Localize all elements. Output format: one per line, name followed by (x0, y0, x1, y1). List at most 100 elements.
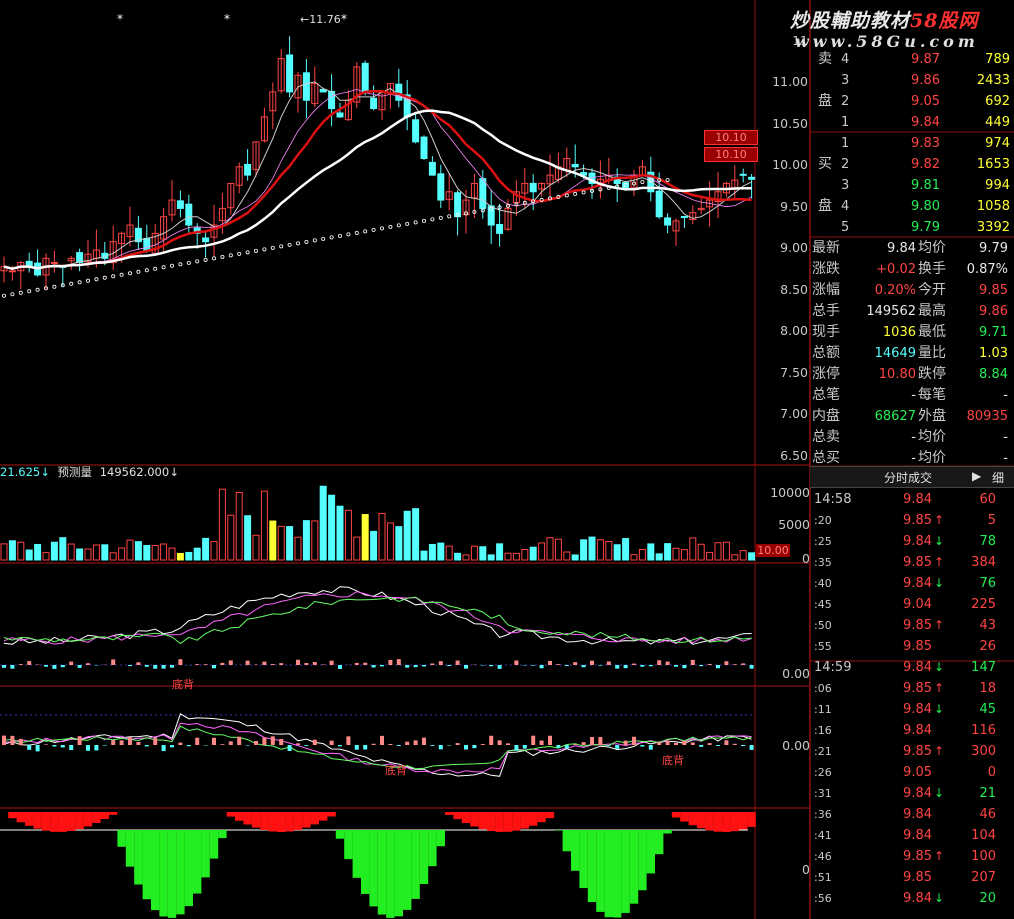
tab-time-and-sales[interactable]: 分时成交 (884, 469, 932, 486)
sar-dot (161, 265, 166, 270)
sar-dot (295, 241, 300, 246)
volume-bar (496, 543, 504, 561)
tick-row[interactable]: :46 9.85 ↑ 100 (810, 846, 1014, 867)
tick-row[interactable]: :56 9.84 ↓ 20 (810, 888, 1014, 909)
tab-next-icon[interactable]: ▶ (972, 469, 981, 483)
volume-bar (613, 544, 621, 561)
tick-time: :45 (814, 598, 832, 611)
indicator1-bar (531, 665, 536, 666)
indicator1-bar (77, 665, 82, 668)
volume-bar (311, 520, 319, 561)
indicator1-bar (203, 664, 208, 665)
indicator2-bar (304, 745, 309, 746)
tick-row[interactable]: :51 9.85 207 (810, 867, 1014, 888)
indicator2-bar (270, 736, 275, 745)
volume-bar (546, 537, 554, 561)
tick-row[interactable]: :41 9.84 104 (810, 825, 1014, 846)
volume-bar (8, 540, 16, 561)
indicator2-bar (657, 742, 662, 745)
tick-row[interactable]: 14:58 9.84 60 (810, 489, 1014, 510)
indicator3-green-area (571, 830, 580, 871)
tick-time: :41 (814, 829, 832, 842)
tick-volume: 5 (987, 513, 996, 528)
indicator3-red-area (487, 812, 496, 832)
sell-row-1[interactable]: 1 9.84 449 (810, 112, 1014, 133)
indicator2-bar (514, 745, 519, 751)
buy-row-1[interactable]: 1 9.83 974 (810, 133, 1014, 154)
indicator1-bar (640, 665, 645, 667)
tick-time: :21 (814, 745, 832, 758)
indicator1-bar (632, 663, 636, 665)
tick-row[interactable]: :20 9.85 ↑ 5 (810, 510, 1014, 531)
tick-row[interactable]: :45 9.04 225 (810, 594, 1014, 615)
buy-row-3[interactable]: 3 9.81 994 (810, 175, 1014, 196)
indicator2-bar (615, 745, 620, 749)
tick-row[interactable]: :21 9.85 ↑ 300 (810, 741, 1014, 762)
sell-row-3[interactable]: 3 9.86 2433 (810, 70, 1014, 91)
tick-row[interactable]: :16 9.84 116 (810, 720, 1014, 741)
indicator2-bar (707, 743, 712, 745)
indicator1-bar (732, 664, 737, 665)
indicator2-bar (539, 740, 544, 745)
tick-row[interactable]: :55 9.85 26 (810, 636, 1014, 657)
sell-row-4[interactable]: 卖 4 9.87 789 (810, 49, 1014, 70)
indicator1-bar (170, 665, 174, 668)
indicator2-bar (262, 737, 267, 745)
indicator1-bar (556, 664, 561, 665)
volume-bar (748, 552, 756, 561)
candle-body (437, 173, 445, 201)
indicator3-green-area (209, 830, 219, 859)
stat-row: 总手 149562 最高 9.86 (810, 301, 1014, 322)
tick-row[interactable]: 14:59 9.84 ↓ 147 (810, 657, 1014, 678)
tick-row[interactable]: :35 9.85 ↑ 384 (810, 552, 1014, 573)
indicator1-bar (564, 665, 569, 667)
buy-row-2[interactable]: 买 2 9.82 1653 (810, 154, 1014, 175)
sar-dot (421, 218, 426, 223)
tick-price: 9.85 (903, 849, 932, 864)
stat-value: - (911, 430, 916, 445)
indicator3-green-area (369, 830, 378, 907)
indicator3-green-area (419, 830, 429, 885)
stat-value: 0.87% (966, 262, 1008, 277)
indicator3-green-area (411, 830, 420, 899)
volume-bar (672, 547, 680, 561)
stat-value: 1036 (882, 325, 916, 340)
stat-row: 涨跌 +0.02 换手 0.87% (810, 259, 1014, 280)
indicator1-bar (363, 662, 368, 665)
indicator3-red-area (83, 812, 93, 827)
tab-detail[interactable]: 细 (992, 469, 1004, 486)
volume-axis-0: 0 (802, 551, 810, 566)
sar-dot (18, 290, 23, 295)
candle-body (571, 163, 579, 168)
buy-row-4[interactable]: 盘 4 9.80 1058 (810, 196, 1014, 217)
candle-body (420, 136, 428, 159)
tick-row[interactable]: :50 9.85 ↑ 43 (810, 615, 1014, 636)
volume-bar (630, 554, 638, 561)
tick-price: 9.85 (903, 555, 932, 570)
volume-bar (689, 537, 697, 561)
tick-row[interactable]: :40 9.84 ↓ 76 (810, 573, 1014, 594)
indicator2-bar (27, 745, 32, 750)
indicator2-bar (119, 740, 124, 745)
sell-row-2[interactable]: 盘 2 9.05 692 (810, 91, 1014, 112)
tick-row[interactable]: :31 9.84 ↓ 21 (810, 783, 1014, 804)
tick-row[interactable]: :25 9.84 ↓ 78 (810, 531, 1014, 552)
tick-row[interactable]: :11 9.84 ↓ 45 (810, 699, 1014, 720)
indicator3-red-area (453, 812, 462, 820)
indicator3-red-area (680, 812, 689, 822)
buy-row-5[interactable]: 5 9.79 3392 (810, 217, 1014, 238)
indicator3-green-area (655, 830, 664, 855)
volume-bar (714, 542, 722, 561)
tick-row[interactable]: :26 9.05 0 (810, 762, 1014, 783)
price-axis-label: 7.00 (780, 406, 808, 421)
stat-value: 80935 (966, 409, 1008, 424)
tick-row[interactable]: :06 9.85 ↑ 18 (810, 678, 1014, 699)
tick-time: :26 (814, 766, 832, 779)
stat-label: 涨跌 (812, 261, 840, 277)
volume-bar (622, 538, 630, 561)
indicator2-bar (623, 740, 628, 745)
indicator2-bar (77, 736, 82, 745)
sar-dot (144, 268, 149, 273)
trade-detail-tabbar: 分时成交 ▶ 细 (810, 466, 1014, 488)
tick-row[interactable]: :36 9.84 46 (810, 804, 1014, 825)
